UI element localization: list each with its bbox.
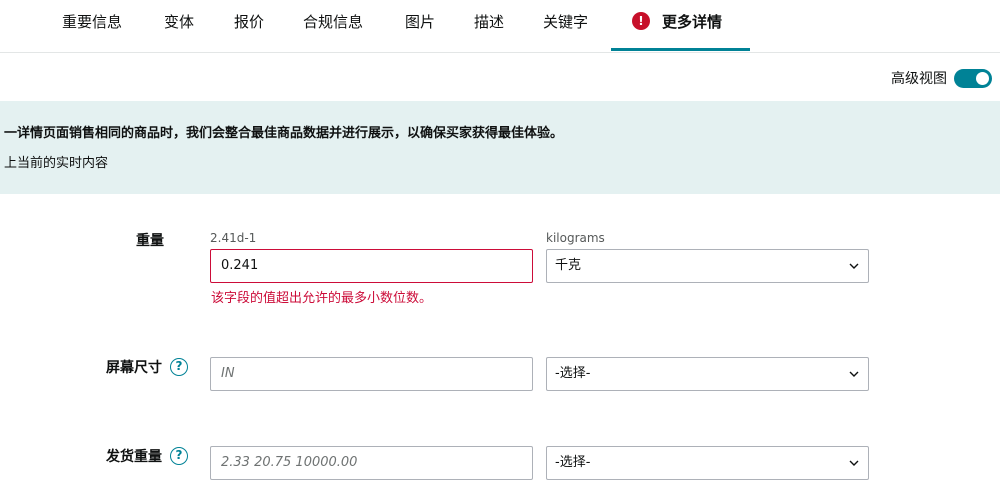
tab-variations[interactable]: 变体 xyxy=(164,0,194,52)
chevron-down-icon xyxy=(849,460,859,466)
help-icon[interactable]: ? xyxy=(170,358,188,376)
advanced-view-control: 高级视图 xyxy=(891,68,992,88)
shipping-weight-placeholder: 2.33 20.75 10000.00 xyxy=(221,455,358,470)
banner-link-text[interactable]: 上当前的实时内容 xyxy=(4,152,108,171)
weight-label-text: 重量 xyxy=(136,233,164,249)
help-icon[interactable]: ? xyxy=(170,447,188,465)
weight-value-hint: 2.41d-1 xyxy=(210,231,257,245)
screen-size-label-text: 屏幕尺寸 xyxy=(106,360,162,376)
advanced-view-label: 高级视图 xyxy=(891,71,947,87)
shipping-weight-input[interactable]: 2.33 20.75 10000.00 xyxy=(210,446,533,480)
tab-images[interactable]: 图片 xyxy=(405,0,435,52)
active-tab-indicator xyxy=(611,48,750,51)
shipping-weight-label: 发货重量 ? xyxy=(106,446,188,466)
page: 重要信息 变体 报价 合规信息 图片 描述 关键字 ! 更多详情 高级视图 一详情… xyxy=(0,0,1000,502)
weight-error-message: 该字段的值超出允许的最多小数位数。 xyxy=(211,291,433,306)
weight-unit-hint: kilograms xyxy=(546,231,605,245)
screen-size-input[interactable]: IN xyxy=(210,357,533,391)
weight-input-value: 0.241 xyxy=(221,258,259,273)
banner-message: 一详情页面销售相同的商品时，我们会整合最佳商品数据并进行展示，以确保买家获得最佳… xyxy=(4,126,564,141)
screen-size-unit-value: -选择- xyxy=(555,366,591,381)
shipping-weight-unit-select[interactable]: -选择- xyxy=(546,446,869,480)
chevron-down-icon xyxy=(849,371,859,377)
weight-unit-value: 千克 xyxy=(555,258,582,273)
advanced-view-toggle[interactable] xyxy=(954,68,992,88)
screen-size-label: 屏幕尺寸 ? xyxy=(106,357,188,377)
screen-size-placeholder: IN xyxy=(221,366,235,381)
tab-bar: 重要信息 变体 报价 合规信息 图片 描述 关键字 ! 更多详情 xyxy=(0,0,1000,53)
chevron-down-icon xyxy=(849,263,859,269)
weight-label: 重量 xyxy=(136,230,164,250)
toggle-knob xyxy=(976,71,989,85)
info-banner: 一详情页面销售相同的商品时，我们会整合最佳商品数据并进行展示，以确保买家获得最佳… xyxy=(0,101,1000,194)
screen-size-unit-select[interactable]: -选择- xyxy=(546,357,869,391)
shipping-weight-label-text: 发货重量 xyxy=(106,449,162,465)
tab-compliance[interactable]: 合规信息 xyxy=(303,0,363,52)
tab-keywords[interactable]: 关键字 xyxy=(543,0,588,52)
tab-important-info[interactable]: 重要信息 xyxy=(62,0,122,52)
tab-offer[interactable]: 报价 xyxy=(234,0,264,52)
tab-more-details-label: 更多详情 xyxy=(662,13,723,31)
tab-more-details[interactable]: ! 更多详情 xyxy=(632,0,722,52)
shipping-weight-unit-value: -选择- xyxy=(555,455,591,470)
weight-input[interactable]: 0.241 xyxy=(210,249,533,283)
weight-unit-select[interactable]: 千克 xyxy=(546,249,869,283)
alert-icon: ! xyxy=(632,12,650,30)
tab-description[interactable]: 描述 xyxy=(474,0,504,52)
